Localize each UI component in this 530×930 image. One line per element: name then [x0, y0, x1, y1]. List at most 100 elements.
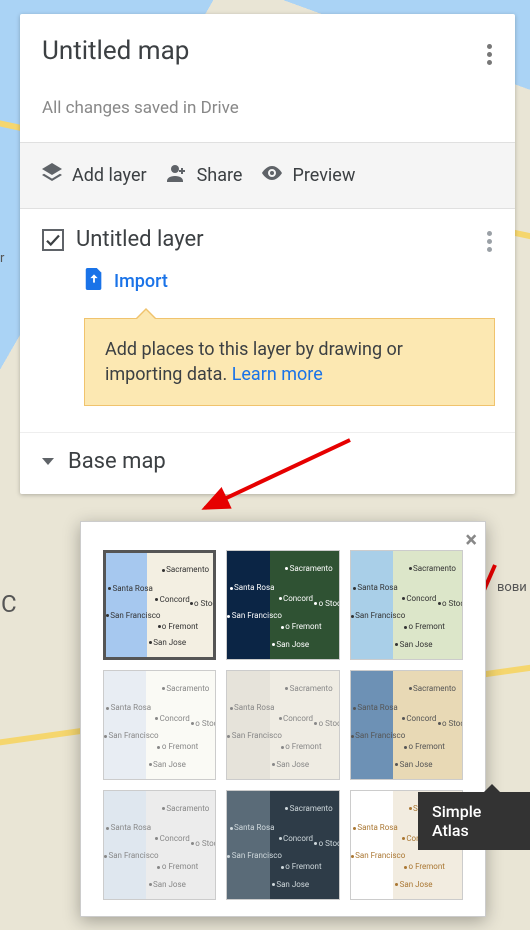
style-tooltip: Simple Atlas — [418, 792, 530, 850]
thumb-place-label: San Jose — [153, 638, 186, 647]
panel-header: Untitled map All changes saved in Drive — [20, 14, 515, 142]
thumb-place-label: o Stocl — [442, 599, 463, 608]
eye-icon — [260, 161, 284, 190]
thumb-place-label: San Jose — [400, 760, 433, 769]
layer-options-menu-button[interactable] — [477, 229, 501, 253]
style-thumb-mono-city[interactable]: Sacramento Santa Rosa Concord o Stocl San Fr… — [226, 670, 339, 780]
thumb-place-label: Sacramento — [290, 564, 333, 573]
import-row: Import — [84, 268, 495, 294]
share-button[interactable]: Share — [165, 161, 243, 190]
layer-header: Untitled layer — [42, 227, 495, 252]
thumb-place-label: o Stocl — [319, 839, 340, 848]
style-thumb-map-default[interactable]: Sacramento Santa Rosa Concord o Stocl San Fr… — [103, 550, 216, 660]
thumb-place-label: Concord — [160, 714, 190, 723]
thumb-place-label: Sacramento — [413, 564, 456, 573]
style-thumb-light-landmass[interactable]: Sacramento Santa Rosa Concord o Stocl San Fr… — [103, 790, 216, 900]
thumb-place-label: Sacramento — [413, 684, 456, 693]
add-layer-label: Add layer — [72, 165, 147, 186]
toolbar: Add layer Share Preview — [20, 142, 515, 209]
caret-down-icon — [42, 458, 54, 465]
style-thumb-simple-atlas[interactable]: Sacramento Santa Rosa Concord o Stocl San Fr… — [350, 670, 463, 780]
thumb-place-label: San Francisco — [232, 851, 282, 860]
thumb-place-label: Sacramento — [290, 804, 333, 813]
thumb-place-label: Santa Rosa — [234, 703, 274, 712]
thumb-place-label: Sacramento — [290, 684, 333, 693]
thumb-place-label: San Francisco — [355, 731, 405, 740]
thumb-place-label: San Francisco — [108, 731, 158, 740]
base-map-style-popup: × Sacramento Santa Rosa Concord o Stocl San … — [80, 521, 486, 917]
thumb-place-label: San Jose — [153, 760, 186, 769]
thumb-place-label: o Fremont — [409, 622, 445, 631]
thumb-place-label: San Jose — [153, 880, 186, 889]
thumb-place-label: Santa Rosa — [357, 703, 397, 712]
thumb-place-label: Concord — [283, 714, 313, 723]
thumb-place-label: San Francisco — [232, 731, 282, 740]
thumb-place-label: Concord — [283, 834, 313, 843]
map-background-label: C — [1, 590, 17, 618]
base-map-section[interactable]: Base map — [20, 432, 515, 494]
thumb-place-label: o Fremont — [285, 742, 321, 751]
thumb-place-label: San Jose — [400, 880, 433, 889]
thumb-place-label: o Stocl — [194, 599, 216, 608]
thumb-place-label: Santa Rosa — [111, 823, 151, 832]
map-title[interactable]: Untitled map — [42, 36, 491, 66]
thumb-place-label: Santa Rosa — [234, 823, 274, 832]
thumb-place-label: o Fremont — [162, 862, 198, 871]
thumb-place-label: o Stocl — [319, 719, 340, 728]
thumb-place-label: San Francisco — [355, 851, 405, 860]
thumb-place-label: Sacramento — [166, 684, 209, 693]
layer-tip-bubble: Add places to this layer by drawing or i… — [84, 318, 495, 406]
thumb-place-label: San Francisco — [108, 851, 158, 860]
upload-file-icon — [84, 268, 104, 294]
thumb-place-label: San Francisco — [232, 611, 282, 620]
thumb-place-label: Concord — [160, 595, 190, 604]
thumb-place-label: San Francisco — [110, 611, 160, 620]
style-thumb-terrain[interactable]: Sacramento Santa Rosa Concord o Stocl San Fr… — [350, 550, 463, 660]
thumb-place-label: o Stocl — [195, 839, 216, 848]
style-thumbnail-grid: Sacramento Santa Rosa Concord o Stocl San Fr… — [103, 550, 463, 900]
thumb-place-label: Santa Rosa — [357, 823, 397, 832]
preview-button[interactable]: Preview — [260, 161, 355, 190]
thumb-place-label: Concord — [283, 594, 313, 603]
thumb-place-label: Sacramento — [166, 565, 209, 574]
thumb-place-label: o Stocl — [442, 719, 463, 728]
thumb-place-label: Santa Rosa — [112, 584, 152, 593]
learn-more-link[interactable]: Learn more — [232, 364, 323, 385]
thumb-place-label: o Fremont — [162, 742, 198, 751]
thumb-place-label: o Stocl — [195, 719, 216, 728]
thumb-place-label: San Jose — [276, 640, 309, 649]
base-map-label: Base map — [68, 449, 166, 474]
map-background-label: r — [0, 251, 4, 266]
thumb-place-label: Concord — [406, 594, 436, 603]
thumb-place-label: San Jose — [276, 760, 309, 769]
thumb-place-label: o Stocl — [319, 599, 340, 608]
thumb-place-label: Santa Rosa — [234, 583, 274, 592]
close-icon[interactable]: × — [465, 528, 477, 553]
style-thumb-light-political[interactable]: Sacramento Santa Rosa Concord o Stocl San Fr… — [103, 670, 216, 780]
map-options-menu-button[interactable] — [477, 42, 501, 66]
preview-label: Preview — [292, 165, 355, 186]
style-thumb-satellite[interactable]: Sacramento Santa Rosa Concord o Stocl San Fr… — [226, 550, 339, 660]
thumb-place-label: San Jose — [400, 640, 433, 649]
style-tooltip-label: Simple Atlas — [432, 802, 481, 840]
style-thumb-dark-landmass[interactable]: Sacramento Santa Rosa Concord o Stocl San Fr… — [226, 790, 339, 900]
map-editor-panel: Untitled map All changes saved in Drive … — [20, 14, 515, 494]
thumb-place-label: Concord — [406, 714, 436, 723]
thumb-place-label: Sacramento — [166, 804, 209, 813]
layer-visibility-checkbox[interactable] — [42, 229, 64, 251]
thumb-place-label: o Fremont — [409, 742, 445, 751]
map-background-label: вови — [497, 580, 527, 595]
layer-name[interactable]: Untitled layer — [76, 227, 204, 252]
layer-section: Untitled layer Import Add places to this… — [20, 209, 515, 432]
thumb-place-label: o Fremont — [409, 862, 445, 871]
import-link[interactable]: Import — [114, 271, 168, 292]
thumb-place-label: Santa Rosa — [111, 703, 151, 712]
person-add-icon — [165, 161, 189, 190]
share-label: Share — [197, 165, 243, 186]
thumb-place-label: San Jose — [276, 880, 309, 889]
thumb-place-label: Concord — [160, 834, 190, 843]
thumb-place-label: o Fremont — [285, 862, 321, 871]
thumb-place-label: San Francisco — [355, 611, 405, 620]
thumb-place-label: Santa Rosa — [357, 583, 397, 592]
add-layer-button[interactable]: Add layer — [40, 161, 147, 190]
